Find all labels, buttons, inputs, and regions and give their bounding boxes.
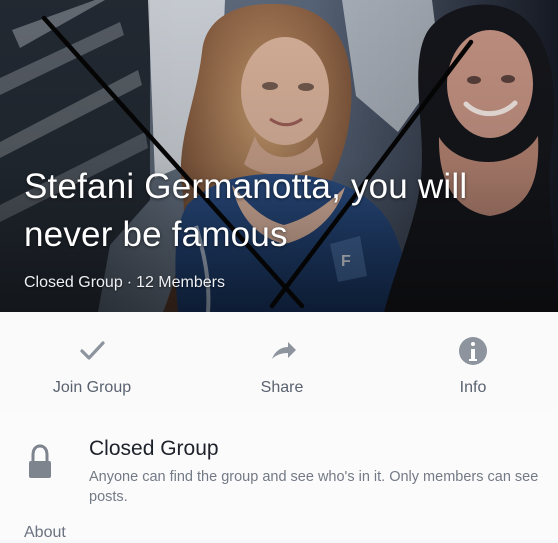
meta-separator: · [126, 274, 133, 291]
info-label: Info [459, 379, 487, 396]
share-label: Share [260, 379, 304, 396]
share-arrow-icon [272, 342, 296, 359]
info-icon [459, 337, 487, 365]
check-icon [80, 341, 105, 360]
privacy-title: Closed Group [89, 437, 219, 460]
info-button[interactable]: Info [408, 334, 538, 398]
group-cover: F Stefani Germanotta, you will never be … [0, 0, 558, 312]
privacy-description: Anyone can find the group and see who's … [89, 469, 539, 505]
cover-text: Stefani Germanotta, you will never be fa… [24, 163, 544, 293]
group-action-bar: Join Group Share Info [0, 312, 558, 410]
join-group-button[interactable]: Join Group [27, 334, 157, 398]
group-title: Stefani Germanotta, you will never be fa… [24, 167, 468, 254]
about-label[interactable]: About [24, 523, 66, 543]
join-group-label: Join Group [52, 379, 132, 396]
member-count[interactable]: 12 Members [136, 274, 225, 291]
share-button[interactable]: Share [217, 334, 347, 398]
lock-icon [29, 444, 51, 478]
group-privacy: Closed Group [24, 274, 123, 291]
privacy-section: Closed Group Anyone can find the group a… [0, 410, 558, 543]
group-meta: Closed Group · 12 Members [24, 273, 544, 293]
